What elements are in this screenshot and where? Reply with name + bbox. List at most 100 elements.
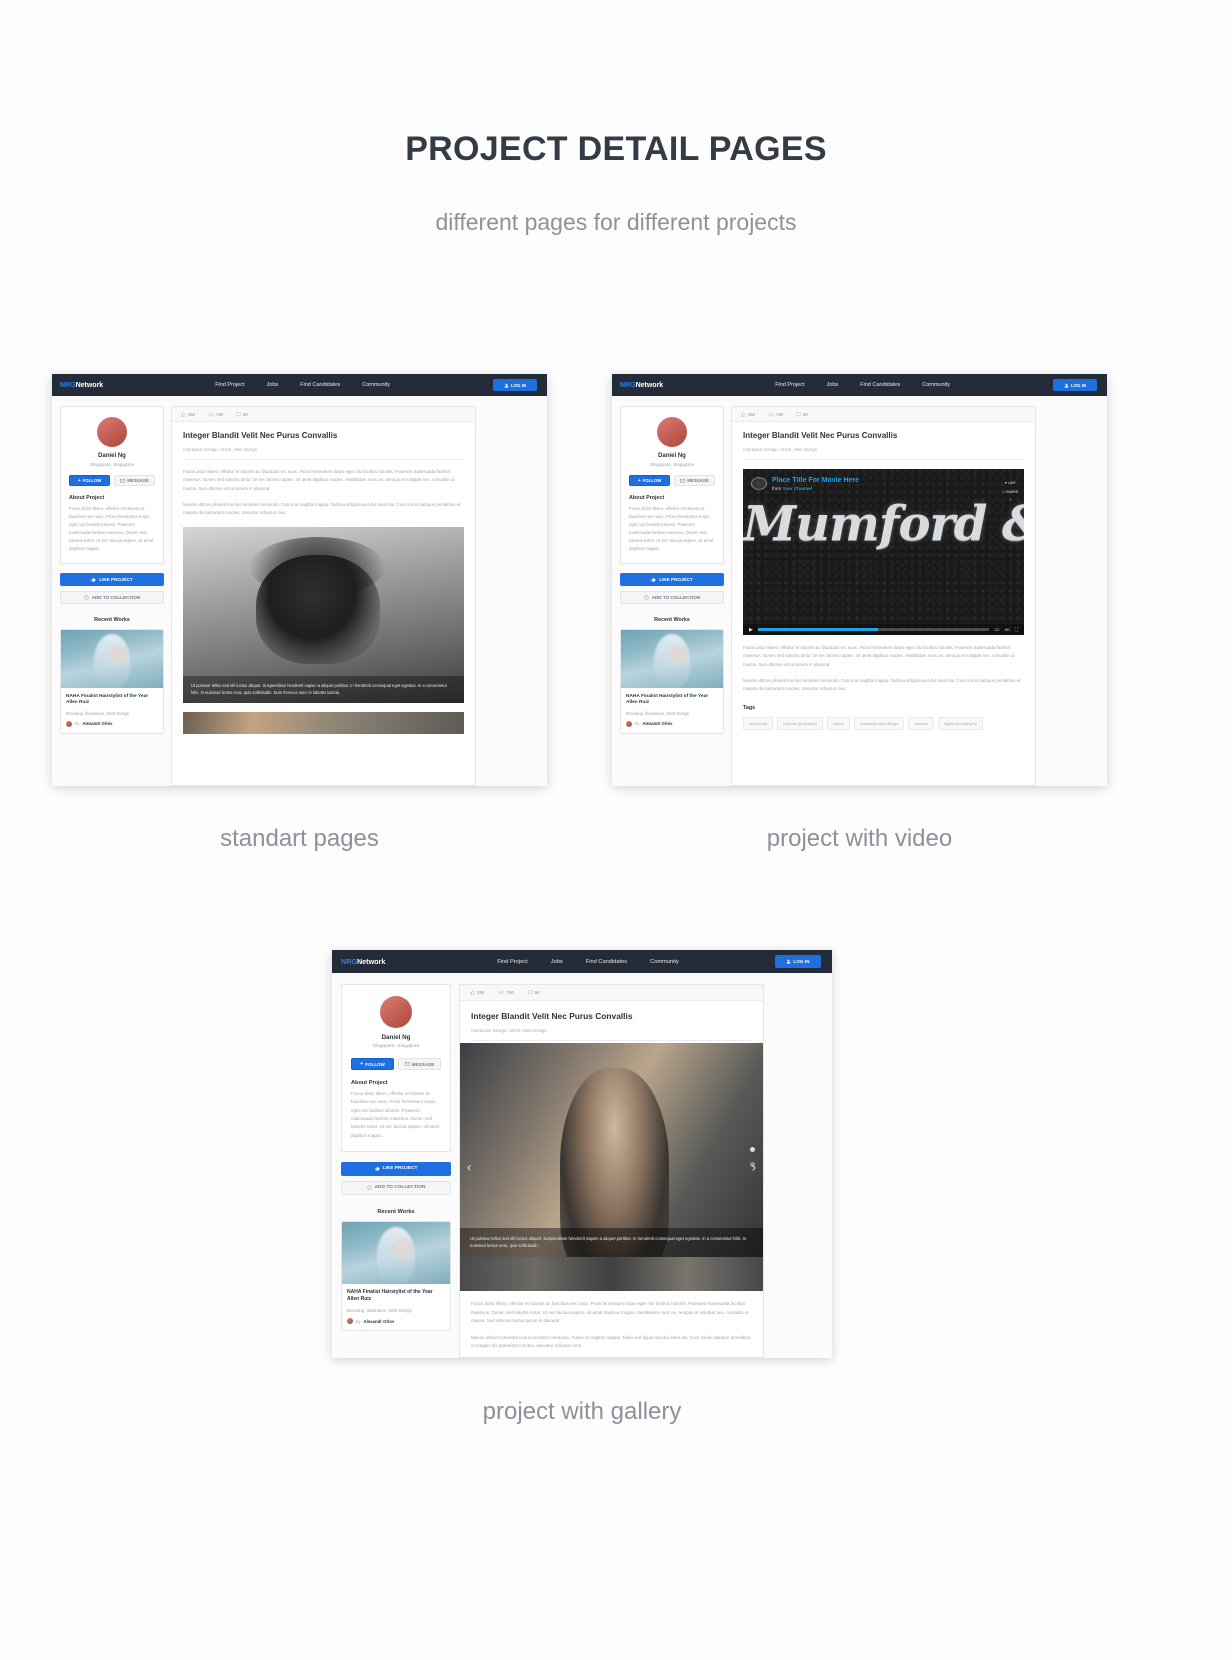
- gallery-prev-button[interactable]: ‹: [467, 1160, 471, 1175]
- avatar: [657, 417, 687, 447]
- gallery-indicator-dot[interactable]: [750, 1162, 755, 1168]
- message-button[interactable]: MESSAGE: [114, 475, 155, 486]
- nav-link-jobs[interactable]: Jobs: [827, 382, 839, 388]
- caption-project-with-video: project with video: [766, 825, 953, 852]
- nav-link-find-candidates[interactable]: Find Candidates: [586, 959, 627, 965]
- page-body: Daniel Ng Singapore, Singapore + FOLLOW …: [52, 396, 547, 786]
- video-channel[interactable]: Your Channel: [782, 486, 812, 491]
- recent-work-byline: by Alexandr Orlov: [66, 720, 158, 727]
- thumbs-up-icon: [651, 577, 656, 582]
- video-channel-line: from Your Channel: [772, 486, 859, 491]
- nav-link-find-candidates[interactable]: Find Candidates: [300, 382, 340, 388]
- message-button[interactable]: MESSAGE: [398, 1058, 441, 1070]
- recent-work-card[interactable]: NAHA Finalist Hairstylist of the Year Al…: [341, 1220, 451, 1332]
- gallery-indicator-dot[interactable]: [750, 1147, 755, 1153]
- follow-button[interactable]: + FOLLOW: [351, 1058, 394, 1070]
- byline-prefix: by: [75, 721, 80, 727]
- nav-link-community[interactable]: Community: [922, 382, 950, 388]
- nav-link-jobs[interactable]: Jobs: [551, 959, 563, 965]
- eye-icon: [208, 412, 214, 416]
- stats-bar: 250 750 50: [732, 407, 1035, 422]
- play-icon[interactable]: ▶: [749, 627, 753, 633]
- video-add-action[interactable]: +: [1003, 496, 1019, 505]
- nav-link-jobs[interactable]: Jobs: [267, 382, 279, 388]
- video-progress-bar[interactable]: [757, 628, 990, 631]
- nav-link-find-project[interactable]: Find Project: [497, 959, 527, 965]
- byline-name[interactable]: Alexandr Orlov: [642, 721, 672, 726]
- tag-item[interactable]: respinsive web design: [854, 716, 905, 730]
- nav-link-find-candidates[interactable]: Find Candidates: [860, 382, 900, 388]
- logo-accent: NRG: [341, 957, 357, 966]
- nav-links: Find Project Jobs Find Candidates Commun…: [775, 382, 950, 388]
- recent-work-card[interactable]: NAHA Finalist Hairstylist of the Year Al…: [60, 628, 164, 734]
- add-to-collection-button[interactable]: ADD TO COLLECTION: [341, 1180, 451, 1195]
- project-gallery[interactable]: ‹ › Ut pulvinar tellus sed elit luctus a…: [460, 1043, 763, 1291]
- logo-accent: NRG: [620, 381, 636, 389]
- follow-label: FOLLOW: [365, 1061, 385, 1067]
- gallery-caption: Ut pulvinar tellus sed elit luctus aliqu…: [460, 1227, 763, 1257]
- project-paragraph-1: Fusce dolor libero, efficitur et loborti…: [471, 1301, 749, 1324]
- tag-item[interactable]: digital photography: [937, 716, 983, 730]
- tag-item[interactable]: photoshop: [743, 716, 774, 730]
- profile-actions: + FOLLOW MESSAGE: [351, 1058, 441, 1070]
- profile-location: Singapore, Singapore: [372, 1044, 420, 1049]
- tag-item[interactable]: national geographic: [777, 716, 824, 730]
- envelope-icon: [404, 1062, 410, 1066]
- message-button[interactable]: MESSAGE: [674, 475, 715, 486]
- recent-work-card[interactable]: NAHA Finalist Hairstylist of the Year Al…: [620, 628, 724, 734]
- sidebar: Daniel Ng Singapore, Singapore + FOLLOW …: [620, 406, 724, 786]
- like-project-button[interactable]: LIKE PROJECT: [60, 572, 164, 586]
- divider: [471, 1040, 752, 1041]
- fullscreen-icon[interactable]: ⛶: [1015, 627, 1018, 632]
- gallery-thumbnail-strip[interactable]: [460, 1257, 763, 1291]
- stat-likes-value: 250: [477, 990, 485, 995]
- nav-link-community[interactable]: Community: [650, 959, 679, 965]
- like-project-button[interactable]: LIKE PROJECT: [620, 572, 724, 586]
- add-to-collection-button[interactable]: ADD TO COLLECTION: [60, 590, 164, 604]
- thumbnail-face: [391, 1237, 414, 1260]
- tag-item[interactable]: nature: [827, 716, 851, 730]
- login-button[interactable]: LOG IN: [1053, 379, 1097, 391]
- nav-link-find-project[interactable]: Find Project: [775, 382, 804, 388]
- follow-button[interactable]: + FOLLOW: [629, 475, 670, 486]
- site-logo[interactable]: NRGNetwork: [60, 382, 103, 389]
- video-share-action[interactable]: < SHARE: [1003, 488, 1019, 497]
- follow-button[interactable]: + FOLLOW: [69, 475, 110, 486]
- recent-work-byline: by Alexandr Orlov: [347, 1318, 445, 1325]
- about-heading: About Project: [69, 495, 105, 501]
- collection-icon: [367, 1185, 372, 1190]
- hd-label[interactable]: HD: [1005, 628, 1010, 632]
- profile-card: Daniel Ng Singapore, Singapore + FOLLOW …: [620, 406, 724, 564]
- login-button[interactable]: LOG IN: [775, 955, 821, 968]
- thumbs-up-icon: [470, 990, 475, 995]
- eye-icon: [498, 990, 505, 995]
- profile-location: Singapore, Singapore: [649, 462, 695, 467]
- recent-work-title: NAHA Finalist Hairstylist of the Year: [347, 1288, 433, 1295]
- comment-icon: [527, 990, 533, 995]
- add-to-collection-button[interactable]: ADD TO COLLECTION: [620, 590, 724, 604]
- thumbs-up-icon: [375, 1166, 379, 1171]
- nav-link-find-project[interactable]: Find Project: [215, 382, 244, 388]
- video-player[interactable]: Mumford & Sons Place Title For Movie Her…: [743, 469, 1024, 635]
- recent-work-author: Allen Ruiz: [347, 1296, 372, 1303]
- stat-comments-value: 50: [243, 411, 248, 417]
- like-project-button[interactable]: LIKE PROJECT: [341, 1161, 451, 1176]
- video-controls[interactable]: ▶ CC HD ⛶: [743, 624, 1024, 635]
- video-like-label: LIKE: [1007, 481, 1016, 485]
- photo-caption: Ut pulvinar tellus sed elit luctus aliqu…: [183, 676, 464, 703]
- profile-actions: + FOLLOW MESSAGE: [69, 475, 155, 486]
- byline-name[interactable]: Alexandr Orlov: [364, 1319, 395, 1324]
- profile-name: Daniel Ng: [381, 1034, 411, 1041]
- user-icon: [787, 959, 791, 964]
- nav-link-community[interactable]: Community: [362, 382, 390, 388]
- video-like-action[interactable]: ♥ LIKE: [1003, 479, 1019, 488]
- main-content: 250 750 50 Integer Blandit Velit Nec Pur…: [459, 984, 764, 1358]
- site-logo[interactable]: NRGNetwork: [341, 957, 385, 966]
- video-logo-icon: [751, 477, 767, 490]
- tag-item[interactable]: animals: [908, 716, 934, 730]
- plus-icon: +: [637, 477, 641, 484]
- site-logo[interactable]: NRGNetwork: [620, 382, 663, 389]
- cc-label[interactable]: CC: [994, 628, 999, 632]
- login-button[interactable]: LOG IN: [493, 379, 537, 391]
- byline-name[interactable]: Alexandr Orlov: [82, 721, 112, 726]
